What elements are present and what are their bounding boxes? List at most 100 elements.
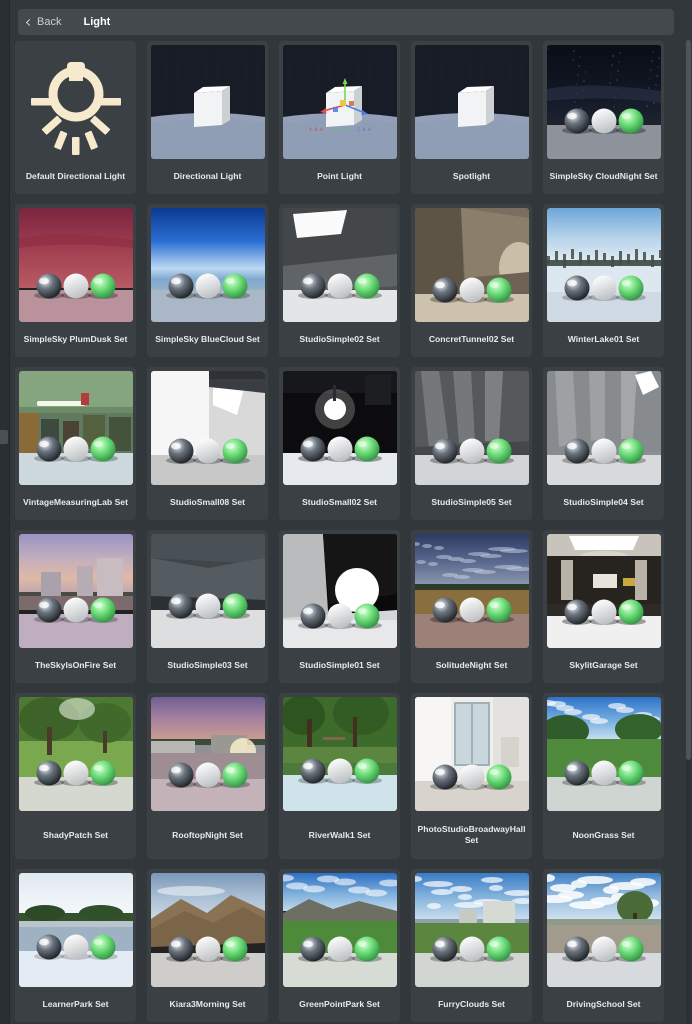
bulb-icon-thumbnail — [18, 45, 133, 159]
asset-card-label: ShadyPatch Set — [43, 829, 108, 840]
asset-card[interactable]: RiverWalk1 Set — [278, 692, 401, 860]
asset-card-label: VintageMeasuringLab Set — [23, 497, 128, 507]
furry-clouds-thumbnail — [414, 873, 529, 987]
asset-card[interactable]: GreenPointPark Set — [278, 868, 401, 1023]
studio-simple05-thumbnail — [414, 371, 529, 485]
asset-card[interactable]: StudioSimple01 Set — [278, 529, 401, 684]
asset-card-label: WinterLake01 Set — [567, 334, 640, 344]
asset-grid-row: VintageMeasuringLab Set StudioSmall08 Se… — [14, 366, 678, 521]
asset-card[interactable]: SimpleSky PlumDusk Set — [14, 203, 137, 358]
asset-card[interactable]: NoonGrass Set — [542, 692, 665, 860]
asset-card-label: ConcretTunnel02 Set — [428, 334, 515, 344]
asset-card-label: Point Light — [317, 171, 362, 181]
sky-plumdusk-thumbnail — [18, 208, 133, 322]
chevron-left-icon — [25, 18, 34, 26]
kiara3-morning-thumbnail — [150, 873, 265, 987]
asset-card[interactable]: StudioSmall02 Set — [278, 366, 401, 521]
asset-card-label: PhotoStudioBroadwayHall Set — [417, 824, 526, 845]
asset-card[interactable]: Spotlight — [410, 40, 533, 195]
page-title: Light — [83, 16, 111, 28]
back-button-label: Back — [37, 16, 62, 28]
asset-card-label: Default Directional Light — [25, 171, 126, 181]
asset-card-label: DrivingSchool Set — [566, 999, 641, 1009]
asset-card[interactable]: StudioSimple04 Set — [542, 366, 665, 521]
asset-card[interactable]: TheSkyIsOnFire Set — [14, 529, 137, 684]
asset-card[interactable]: Directional Light — [146, 40, 269, 195]
studio-simple01-thumbnail — [282, 534, 397, 648]
studio-simple02-thumbnail — [282, 208, 397, 322]
asset-card-label: StudioSimple02 Set — [299, 334, 380, 344]
asset-card-label: GreenPointPark Set — [299, 999, 380, 1009]
sky-bluecloud-thumbnail — [150, 208, 265, 322]
asset-card[interactable]: PhotoStudioBroadwayHall Set — [410, 692, 533, 860]
asset-card-label: SimpleSky CloudNight Set — [549, 171, 658, 181]
asset-card-label: RiverWalk1 Set — [308, 829, 371, 840]
winter-lake-thumbnail — [546, 208, 661, 322]
asset-grid-row: Default Directional Light Directional Li… — [14, 40, 678, 195]
asset-card-label: StudioSimple05 Set — [431, 497, 512, 507]
skylit-garage-thumbnail — [546, 534, 661, 648]
back-button[interactable]: Back — [25, 16, 62, 28]
greenpoint-park-thumbnail — [282, 873, 397, 987]
asset-grid-row: ShadyPatch Set RooftopNight Set RiverWal… — [14, 692, 678, 860]
studio-simple03-thumbnail — [150, 534, 265, 648]
asset-grid-row: TheSkyIsOnFire Set StudioSimple03 Set St… — [14, 529, 678, 684]
asset-card-label: FurryClouds Set — [438, 999, 505, 1009]
solitude-night-thumbnail — [414, 534, 529, 648]
studio-simple04-thumbnail — [546, 371, 661, 485]
asset-card[interactable]: X 0.0 Y 0.0 Z 0.0 Point Light — [278, 40, 401, 195]
asset-card-label: StudioSmall02 Set — [302, 497, 377, 507]
vertical-scrollbar[interactable] — [686, 40, 691, 1024]
cube-night-thumbnail — [150, 45, 265, 159]
asset-card[interactable]: StudioSimple03 Set — [146, 529, 269, 684]
asset-card-label: Spotlight — [452, 171, 491, 181]
asset-card-label: StudioSmall08 Set — [170, 497, 245, 507]
cube-gizmo-thumbnail: X 0.0 Y 0.0 Z 0.0 — [282, 45, 397, 159]
river-walk-thumbnail — [282, 697, 397, 811]
asset-card[interactable]: SimpleSky CloudNight Set — [542, 40, 665, 195]
svg-text:X 0.0: X 0.0 — [309, 127, 323, 133]
scrollbar-thumb[interactable] — [686, 40, 691, 760]
sky-cloudnight-thumbnail — [546, 45, 661, 159]
asset-card[interactable]: StudioSmall08 Set — [146, 366, 269, 521]
asset-card[interactable]: DrivingSchool Set — [542, 868, 665, 1023]
rooftop-night-thumbnail — [150, 697, 265, 811]
asset-card[interactable]: ConcretTunnel02 Set — [410, 203, 533, 358]
asset-card[interactable]: Kiara3Morning Set — [146, 868, 269, 1023]
panel-resize-handle[interactable] — [0, 430, 8, 444]
asset-card-label: LearnerPark Set — [42, 999, 109, 1009]
asset-card-label: StudioSimple03 Set — [167, 660, 248, 670]
asset-card[interactable]: StudioSimple05 Set — [410, 366, 533, 521]
asset-card[interactable]: StudioSimple02 Set — [278, 203, 401, 358]
asset-card[interactable]: WinterLake01 Set — [542, 203, 665, 358]
asset-card[interactable]: SimpleSky BlueCloud Set — [146, 203, 269, 358]
asset-card-label: SkylitGarage Set — [569, 660, 638, 670]
asset-card[interactable]: ShadyPatch Set — [14, 692, 137, 860]
asset-grid-row: LearnerPark Set Kiara3Morning Set GreenP… — [14, 868, 678, 1023]
breadcrumb-header: Back Light — [18, 9, 674, 35]
cube-night-thumbnail — [414, 45, 529, 159]
asset-grid-row: SimpleSky PlumDusk Set SimpleSky BlueClo… — [14, 203, 678, 358]
asset-card-label: SimpleSky BlueCloud Set — [155, 334, 260, 344]
studio-small02-thumbnail — [282, 371, 397, 485]
vintage-lab-thumbnail — [18, 371, 133, 485]
asset-card-label: SimpleSky PlumDusk Set — [23, 334, 128, 344]
asset-card[interactable]: SolitudeNight Set — [410, 529, 533, 684]
asset-card-label: Directional Light — [173, 171, 242, 181]
asset-card[interactable]: SkylitGarage Set — [542, 529, 665, 684]
driving-school-thumbnail — [546, 873, 661, 987]
asset-card[interactable]: FurryClouds Set — [410, 868, 533, 1023]
asset-card[interactable]: VintageMeasuringLab Set — [14, 366, 137, 521]
asset-card[interactable]: RooftopNight Set — [146, 692, 269, 860]
learner-park-thumbnail — [18, 873, 133, 987]
collapsed-side-panel[interactable] — [0, 0, 10, 1024]
asset-card[interactable]: LearnerPark Set — [14, 868, 137, 1023]
svg-text:Y 0.0: Y 0.0 — [333, 127, 347, 133]
asset-card-label: Kiara3Morning Set — [169, 999, 246, 1009]
asset-card-label: StudioSimple04 Set — [563, 497, 644, 507]
asset-card[interactable]: Default Directional Light — [14, 40, 137, 195]
light-browser-window: Back Light Default Directional Light Dir… — [0, 0, 692, 1024]
concrete-tunnel-thumbnail — [414, 208, 529, 322]
photo-studio-thumbnail — [414, 697, 529, 811]
asset-card-label: RooftopNight Set — [172, 829, 243, 840]
